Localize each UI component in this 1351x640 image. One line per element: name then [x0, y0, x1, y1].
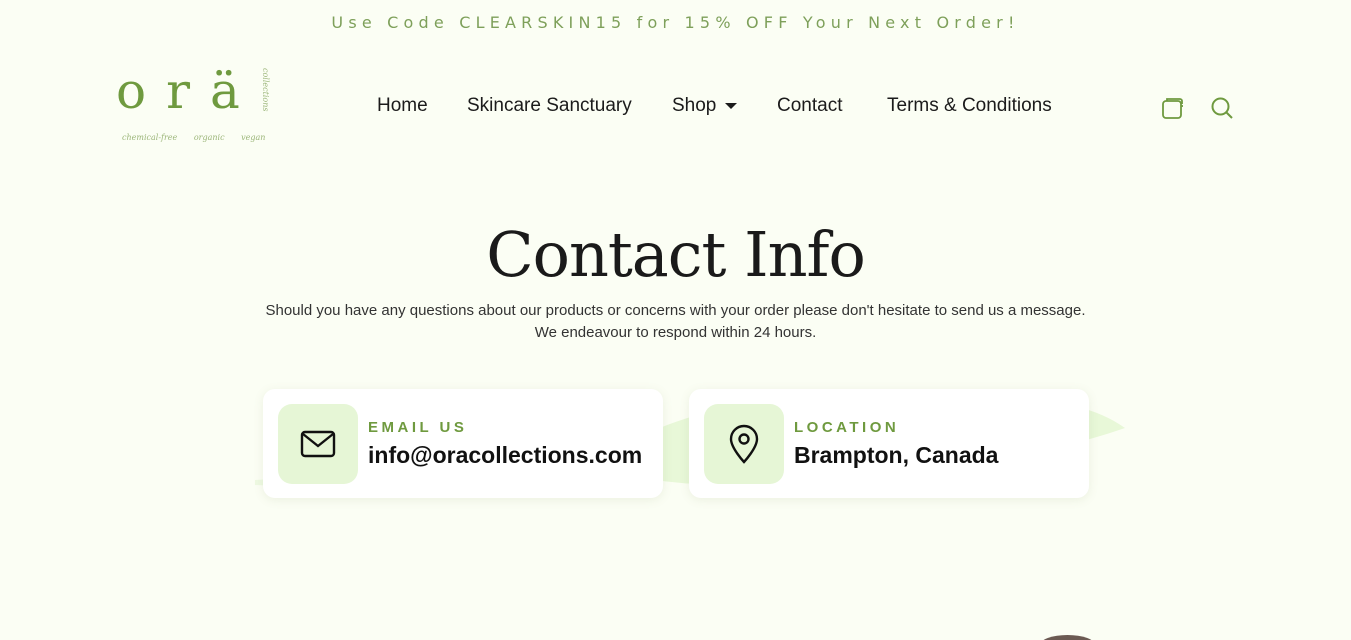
location-label: LOCATION	[794, 419, 900, 436]
search-button[interactable]	[1210, 96, 1234, 120]
contact-page: Use Code CLEARSKIN15 for 15% OFF Your Ne…	[0, 0, 1351, 640]
site-logo[interactable]: orä collections chemical-free organic ve…	[116, 60, 276, 150]
mail-icon	[300, 430, 336, 458]
email-icon-box	[278, 404, 358, 484]
email-link[interactable]: info@oracollections.com	[368, 442, 642, 469]
location-value: Brampton, Canada	[794, 442, 999, 468]
location-card: LOCATION Brampton, Canada	[689, 389, 1089, 498]
page-title: Contact Info	[486, 218, 866, 291]
email-label: EMAIL US	[368, 419, 468, 436]
email-card: EMAIL US info@oracollections.com	[263, 389, 663, 498]
intro-text: Should you have any questions about our …	[0, 300, 1351, 344]
map-pin-icon	[729, 424, 759, 464]
search-icon	[1211, 97, 1233, 119]
intro-line-2: We endeavour to respond within 24 hours.	[534, 324, 817, 341]
promo-banner: Use Code CLEARSKIN15 for 15% OFF Your Ne…	[331, 13, 1020, 32]
nav-shop[interactable]: Shop	[672, 95, 738, 117]
nav-contact[interactable]: Contact	[777, 95, 842, 117]
nav-skincare-sanctuary[interactable]: Skincare Sanctuary	[467, 95, 632, 117]
logo-vertical-text: collections	[261, 68, 270, 112]
intro-line-1: Should you have any questions about our …	[265, 302, 1086, 319]
cart-button[interactable]	[1161, 96, 1185, 120]
nav-shop-label: Shop	[672, 95, 717, 116]
nav-terms-conditions[interactable]: Terms & Conditions	[887, 95, 1052, 117]
decorative-arc	[1040, 635, 1095, 640]
logo-tagline: chemical-free organic vegan	[122, 133, 266, 142]
logo-wordmark: orä	[116, 62, 260, 120]
nav-home[interactable]: Home	[377, 95, 428, 117]
cart-icon	[1162, 98, 1183, 119]
caret-down-icon	[725, 103, 738, 109]
location-icon-box	[704, 404, 784, 484]
